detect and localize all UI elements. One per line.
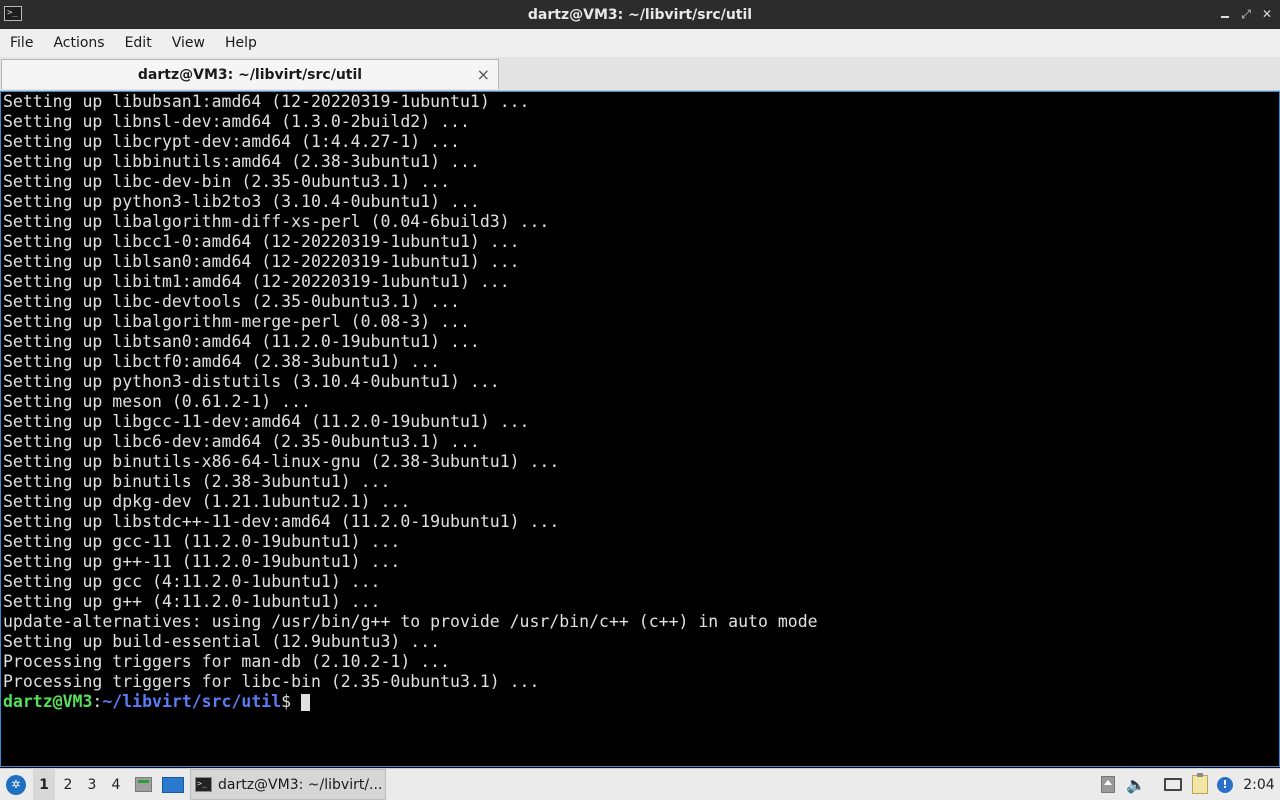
tab-bar: dartz@VM3: ~/libvirt/src/util × [0,57,1280,91]
prompt-dollar: $ [281,692,292,711]
taskbar: ✲ 1 2 3 4 >_ dartz@VM3: ~/libvirt/... 🔈 … [0,768,1280,800]
terminal-line: Setting up libnsl-dev:amd64 (1.3.0-2buil… [3,112,470,131]
terminal-line: Setting up libalgorithm-diff-xs-perl (0.… [3,212,550,231]
terminal-line: Setting up gcc (4:11.2.0-1ubuntu1) ... [3,572,381,591]
terminal-lines: Setting up libubsan1:amd64 (12-20220319-… [3,92,818,712]
terminal-line: Setting up libgcc-11-dev:amd64 (11.2.0-1… [3,412,530,431]
prompt-colon: : [92,692,103,711]
minimize-icon [1221,16,1229,18]
workspace-3[interactable]: 3 [81,769,103,800]
window-titlebar: >_ dartz@VM3: ~/libvirt/src/util ⤢ ✕ [0,0,1280,30]
clipboard-icon [1192,773,1208,794]
terminal-line: Setting up liblsan0:amd64 (12-20220319-1… [3,252,520,271]
terminal-icon: >_ [195,777,212,792]
terminal-line: Setting up libcrypt-dev:amd64 (1:4.4.27-… [3,132,460,151]
terminal-line: Setting up libc-devtools (2.35-0ubuntu3.… [3,292,460,311]
terminal-line: Setting up python3-lib2to3 (3.10.4-0ubun… [3,192,480,211]
terminal-line: Setting up libubsan1:amd64 (12-20220319-… [3,92,530,111]
terminal-line: Setting up libcc1-0:amd64 (12-20220319-1… [3,232,520,251]
terminal-line: Setting up libalgorithm-merge-perl (0.08… [3,312,470,331]
terminal-line: Setting up libctf0:amd64 (2.38-3ubuntu1)… [3,352,441,371]
workspace-4[interactable]: 4 [105,769,127,800]
lubuntu-logo-icon: ✲ [6,774,26,795]
terminal-line: update-alternatives: using /usr/bin/g++ … [3,612,818,631]
workspace-2[interactable]: 2 [57,769,79,800]
shell-prompt[interactable]: dartz@VM3: ~/libvirt/src/util $ [3,692,818,712]
clock[interactable]: 2:04 [1240,769,1278,800]
terminal-icon: >_ [4,6,22,21]
menu-help[interactable]: Help [215,35,267,51]
terminal-line: Setting up python3-distutils (3.10.4-0ub… [3,372,500,391]
terminal-output[interactable]: Setting up libubsan1:amd64 (12-20220319-… [0,91,1280,767]
menu-bar: File Actions Edit View Help [0,29,1280,57]
menu-actions[interactable]: Actions [43,35,114,51]
network-icon [1164,778,1182,791]
terminal-line: Processing triggers for man-db (2.10.2-1… [3,652,451,671]
update-notification-icon: ! [1217,776,1233,793]
restore-icon: ⤢ [1241,6,1251,21]
terminal-line: Setting up libstdc++-11-dev:amd64 (11.2.… [3,512,560,531]
taskbar-window-button[interactable]: >_ dartz@VM3: ~/libvirt/... [190,769,386,800]
tab-close-icon[interactable]: × [477,65,490,84]
close-window-button[interactable]: ✕ [1259,6,1275,22]
clipboard-button[interactable] [1189,769,1211,800]
prompt-user: dartz@VM3 [3,692,93,711]
taskbar-window-label: dartz@VM3: ~/libvirt/... [218,776,383,793]
terminal-line: Setting up binutils (2.38-3ubuntu1) ... [3,472,391,491]
maximize-button[interactable]: ⤢ [1238,6,1254,22]
menu-file[interactable]: File [0,35,43,51]
terminal-line: Setting up meson (0.61.2-1) ... [3,392,311,411]
terminal-line: Setting up libbinutils:amd64 (2.38-3ubun… [3,152,480,171]
terminal-line: Setting up g++-11 (11.2.0-19ubuntu1) ... [3,552,401,571]
update-notifier-button[interactable]: ! [1215,769,1235,800]
close-icon: ✕ [1261,7,1273,21]
desktop-icon [162,776,184,793]
terminal-line: Setting up dpkg-dev (1.21.1ubuntu2.1) ..… [3,492,411,511]
tab-label: dartz@VM3: ~/libvirt/src/util [137,66,363,83]
terminal-line: Setting up libtsan0:amd64 (11.2.0-19ubun… [3,332,480,351]
volume-button[interactable]: 🔈 [1125,769,1147,800]
terminal-line: Setting up libc-dev-bin (2.35-0ubuntu3.1… [3,172,451,191]
terminal-line: Setting up libc6-dev:amd64 (2.35-0ubuntu… [3,432,480,451]
terminal-line: Setting up gcc-11 (11.2.0-19ubuntu1) ... [3,532,401,551]
removable-media-button[interactable] [1098,769,1118,800]
speaker-icon: 🔈 [1126,775,1146,794]
menu-view[interactable]: View [162,35,215,51]
start-menu-button[interactable]: ✲ [4,769,28,800]
terminal-line: Setting up build-essential (12.9ubuntu3)… [3,632,441,651]
eject-icon [1101,776,1115,793]
terminal-line: Processing triggers for libc-bin (2.35-0… [3,672,540,691]
tab-terminal[interactable]: dartz@VM3: ~/libvirt/src/util × [1,59,499,89]
prompt-path: ~/libvirt/src/util [102,692,282,711]
show-desktop-button[interactable] [160,769,186,800]
terminal-line: Setting up binutils-x86-64-linux-gnu (2.… [3,452,560,471]
window-title: dartz@VM3: ~/libvirt/src/util [527,6,753,23]
terminal-line: Setting up libitm1:amd64 (12-20220319-1u… [3,272,510,291]
workspace-1[interactable]: 1 [33,769,55,800]
terminal-line: Setting up g++ (4:11.2.0-1ubuntu1) ... [3,592,381,611]
file-manager-icon [134,777,152,792]
text-cursor [301,693,311,711]
network-button[interactable] [1162,769,1184,800]
minimize-button[interactable] [1217,6,1233,22]
file-manager-launcher[interactable] [132,769,154,800]
menu-edit[interactable]: Edit [115,35,162,51]
